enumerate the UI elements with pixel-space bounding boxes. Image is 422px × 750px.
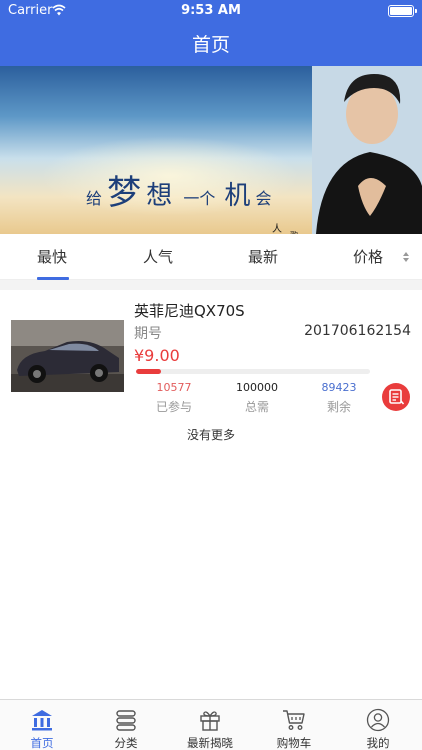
bottom-tab-bar: 首页 分类 最新揭晓 购物车 我的 (0, 699, 422, 750)
banner-slogan: 给 梦 想 一个 机 会 (86, 176, 272, 210)
slogan-char: 机 (224, 181, 251, 211)
top-bar: Carrier 9:53 AM 首页 (0, 0, 422, 66)
sort-tab-popular[interactable]: 人气 (143, 246, 173, 267)
tab-home[interactable]: 首页 (0, 700, 84, 750)
product-name[interactable]: 英菲尼迪QX70S (134, 300, 245, 321)
tab-label: 分类 (114, 736, 138, 750)
slogan-char: 一个 (183, 189, 216, 208)
tab-shopping-cart[interactable]: 购物车 (252, 700, 336, 750)
remaining-count: 89423 (321, 381, 357, 394)
home-bank-icon (32, 710, 52, 731)
add-to-list-icon (389, 389, 405, 405)
participation-progress (136, 369, 370, 374)
product-price: ¥9.00 (134, 346, 180, 365)
section-divider (0, 280, 422, 290)
category-icon (116, 710, 136, 731)
product-image (11, 320, 124, 392)
tab-label: 我的 (366, 736, 390, 750)
status-time: 9:53 AM (181, 3, 241, 18)
total-needed-label: 总需 (244, 400, 269, 414)
remaining-label: 剩余 (326, 400, 351, 414)
slogan-char: 会 (255, 189, 272, 208)
add-to-cart-button[interactable] (382, 383, 410, 411)
joined-label: 已参与 (155, 400, 192, 414)
singer-portrait-image (312, 66, 422, 234)
total-needed-count: 100000 (236, 381, 278, 394)
promo-banner[interactable]: 给 梦 想 一个 机 会 人人魔方代言人 歌手 少峰 (0, 66, 422, 234)
tab-label: 最新揭晓 (187, 736, 233, 750)
slogan-char: 梦 (107, 173, 142, 213)
tab-category[interactable]: 分类 (84, 700, 168, 750)
period-value: 201706162154 (304, 323, 411, 339)
period-label: 期号 (134, 326, 162, 342)
sort-tabs: 最快 人气 最新 价格 (0, 234, 422, 280)
tab-label: 购物车 (276, 736, 312, 750)
slogan-char: 给 (86, 189, 103, 208)
product-card[interactable]: 英菲尼迪QX70S 期号 201706162154 ¥9.00 10577 已参… (0, 290, 422, 424)
sort-tab-fastest[interactable]: 最快 (37, 246, 67, 267)
tab-label: 首页 (30, 736, 54, 750)
status-bar: Carrier 9:53 AM (0, 0, 422, 22)
participation-progress-fill (136, 369, 161, 374)
gift-box-icon (200, 711, 220, 731)
tab-latest-reveal[interactable]: 最新揭晓 (168, 700, 252, 750)
page-title: 首页 (191, 34, 230, 56)
slogan-char: 想 (146, 181, 173, 211)
joined-count: 10577 (156, 381, 192, 394)
battery-icon (388, 5, 417, 17)
shopping-cart-icon (283, 710, 305, 730)
sort-tab-newest[interactable]: 最新 (248, 246, 278, 267)
user-profile-icon (366, 708, 390, 732)
sort-arrows-icon[interactable] (402, 251, 410, 263)
tab-my-profile[interactable]: 我的 (336, 700, 420, 750)
banner-caption: 人人魔方代言人 (272, 224, 282, 234)
sort-tab-price[interactable]: 价格 (353, 246, 383, 267)
no-more-text: 没有更多 (186, 428, 235, 442)
